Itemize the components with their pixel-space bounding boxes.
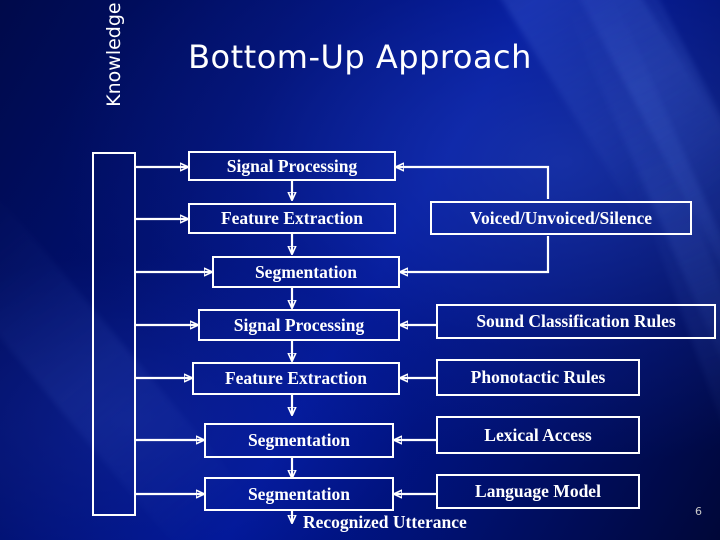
pipeline-box-signal-processing-2: Signal Processing <box>198 309 400 341</box>
knowledge-box-phonotactic-rules: Phonotactic Rules <box>436 359 640 396</box>
slide-canvas: Bottom-Up Approach Knowledge Sources Sig… <box>0 0 720 540</box>
pipeline-box-segmentation-1: Segmentation <box>212 256 400 288</box>
pipeline-box-feature-extraction-1: Feature Extraction <box>188 203 396 234</box>
pipeline-box-segmentation-3: Segmentation <box>204 477 394 511</box>
slide-title: Bottom-Up Approach <box>188 38 532 76</box>
pipeline-box-feature-extraction-2: Feature Extraction <box>192 362 400 395</box>
knowledge-box-language-model: Language Model <box>436 474 640 509</box>
knowledge-sources-panel <box>92 152 136 516</box>
pipeline-box-segmentation-2: Segmentation <box>204 423 394 458</box>
pipeline-box-signal-processing-1: Signal Processing <box>188 151 396 181</box>
page-number: 6 <box>695 505 702 518</box>
knowledge-box-lexical-access: Lexical Access <box>436 416 640 454</box>
recognized-utterance-label: Recognized Utterance <box>303 512 467 532</box>
knowledge-box-sound-classification-rules: Sound Classification Rules <box>436 304 716 339</box>
background-streak <box>371 0 720 233</box>
knowledge-box-voiced-unvoiced-silence: Voiced/Unvoiced/Silence <box>430 201 692 235</box>
